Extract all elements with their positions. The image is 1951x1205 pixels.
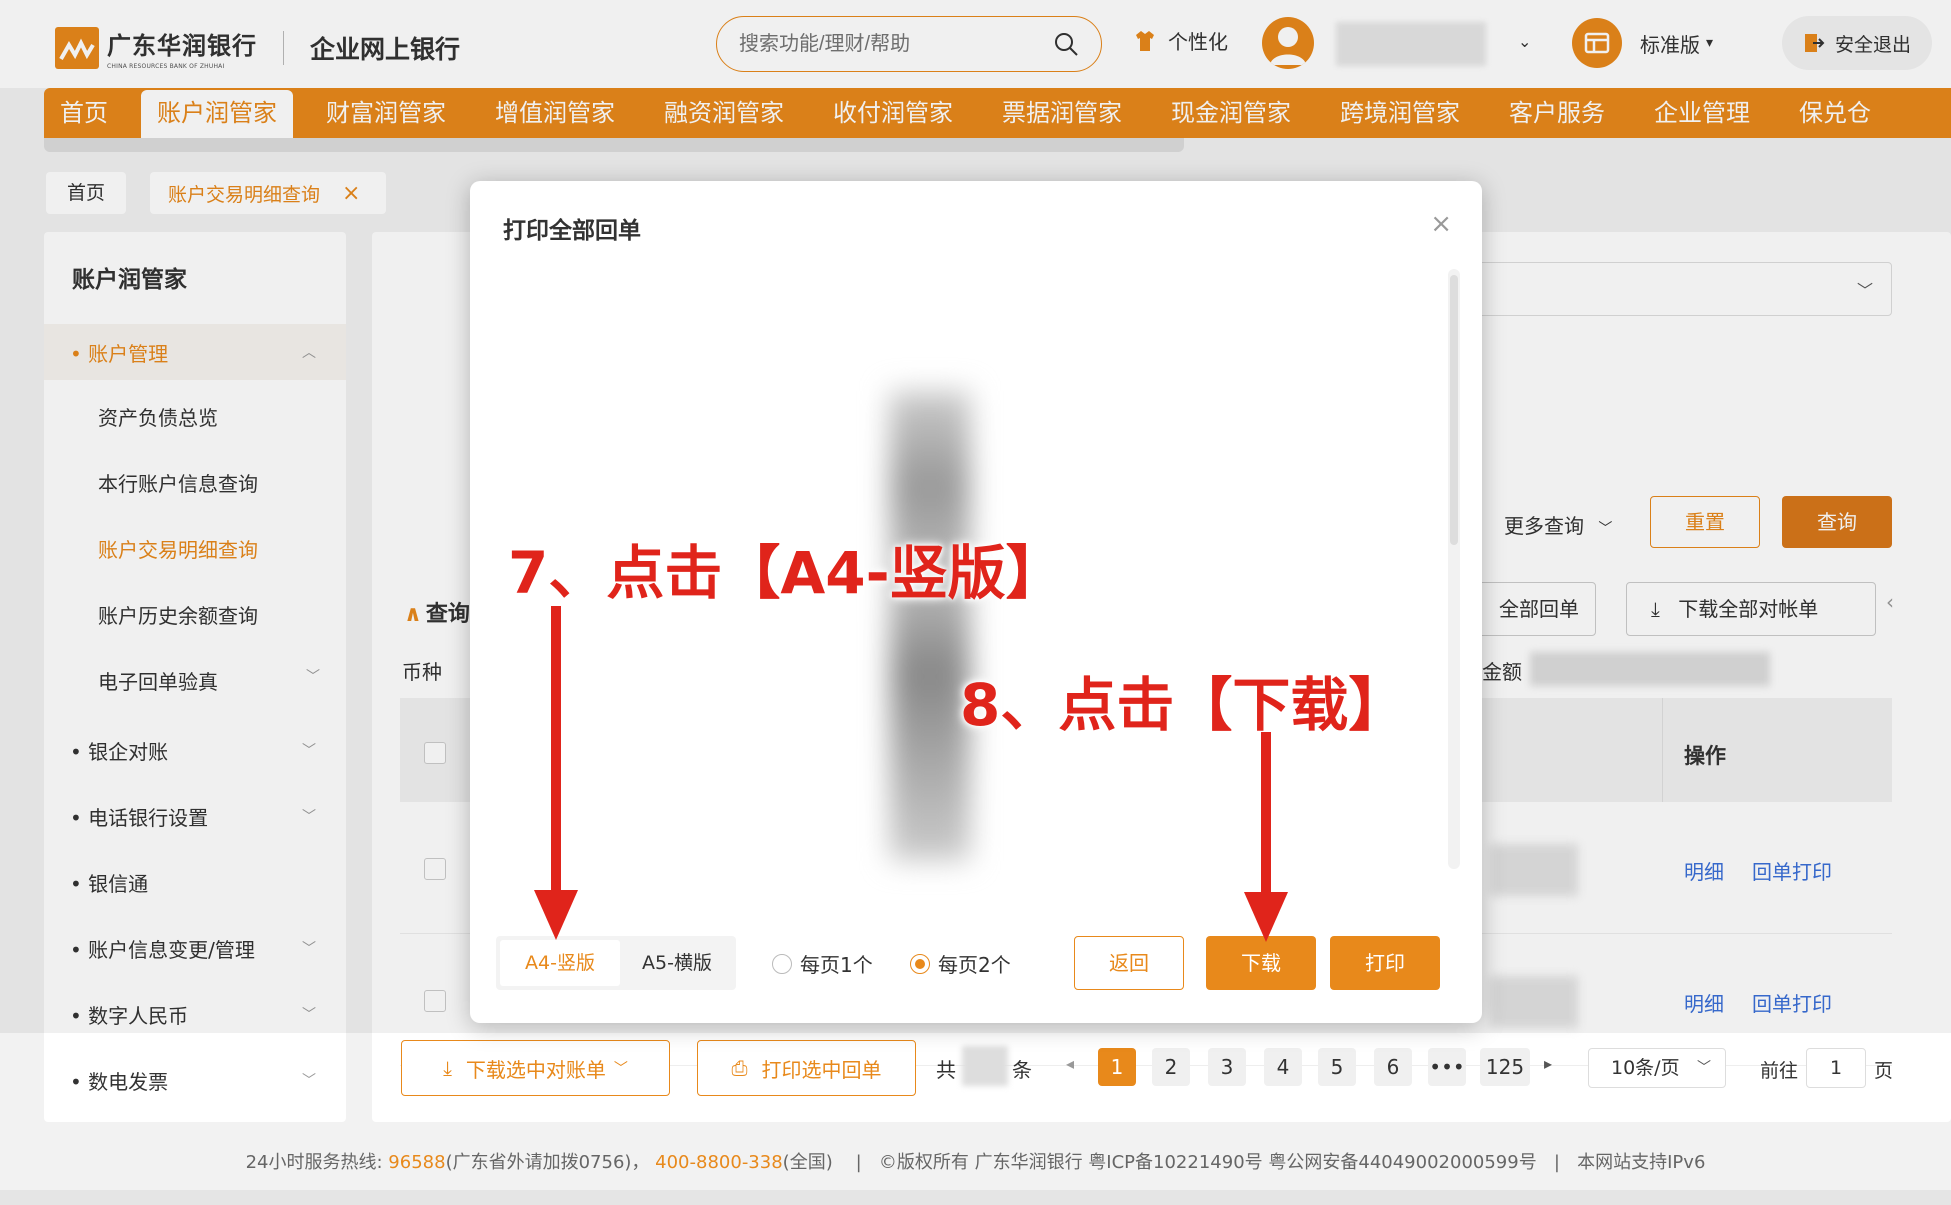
- goto-suffix: 页: [1874, 1060, 1894, 1082]
- hotline-2: 400-8800-338: [655, 1152, 783, 1173]
- page-1[interactable]: 1: [1098, 1048, 1136, 1086]
- receipt-preview-redacted: [890, 391, 970, 861]
- sidebar-group-e-invoice[interactable]: • 数电发票 ﹀: [44, 1052, 346, 1108]
- prev-page-icon[interactable]: ◂: [1066, 1054, 1074, 1073]
- radio-icon: [772, 953, 792, 974]
- close-icon[interactable]: ×: [1430, 209, 1452, 239]
- footer-divider: |: [855, 1152, 862, 1173]
- ipv6-note: 本网站支持IPv6: [1577, 1152, 1706, 1173]
- modal-scrollbar[interactable]: [1448, 269, 1460, 869]
- hotline-1: 96588: [388, 1152, 446, 1173]
- paper-a4-portrait-tab[interactable]: A4-竖版: [500, 940, 620, 986]
- printer-icon: ⎙: [731, 1056, 748, 1080]
- goto-page-input[interactable]: 1: [1806, 1048, 1866, 1088]
- goto-prefix: 前往: [1760, 1060, 1799, 1082]
- print-selected-receipt-button[interactable]: ⎙ 打印选中回单: [697, 1040, 916, 1096]
- site-footer: 24小时服务热线: 96588(广东省外请加拨0756)， 400-8800-3…: [0, 1148, 1951, 1174]
- hotline-2-note: (全国): [782, 1152, 833, 1173]
- download-icon: ⤓: [443, 1056, 452, 1080]
- per-page-1-label: 每页1个: [800, 953, 873, 977]
- paper-a5-landscape-tab[interactable]: A5-横版: [622, 940, 732, 986]
- page-2[interactable]: 2: [1152, 1048, 1190, 1086]
- annotation-step-8: 8、点击【下载】: [960, 671, 1407, 739]
- download-selected-label: 下载选中对账单: [465, 1057, 606, 1082]
- chevron-down-icon: ﹀: [613, 1061, 628, 1077]
- hotline-separator: ，: [631, 1152, 650, 1173]
- print-selected-label: 打印选中回单: [761, 1057, 882, 1082]
- hotline-1-note: (广东省外请加拨0756): [445, 1152, 632, 1173]
- page-ellipsis[interactable]: •••: [1428, 1048, 1466, 1086]
- page-125[interactable]: 125: [1480, 1048, 1530, 1086]
- radio-checked-icon: [910, 953, 930, 974]
- copyright: ©版权所有 广东华润银行 粤ICP备10221490号 粤公网安备4404900…: [878, 1152, 1537, 1173]
- per-page-2-radio[interactable]: 每页2个: [910, 949, 1011, 978]
- print-button[interactable]: 打印: [1330, 936, 1440, 990]
- next-page-icon[interactable]: ▸: [1544, 1054, 1552, 1073]
- page-size-select[interactable]: 10条/页 ﹀: [1588, 1048, 1726, 1088]
- per-page-1-radio[interactable]: 每页1个: [772, 949, 873, 978]
- page-scrollbar[interactable]: [0, 1190, 1951, 1205]
- back-button[interactable]: 返回: [1074, 936, 1184, 990]
- chevron-down-icon: ﹀: [302, 1073, 316, 1089]
- page-4[interactable]: 4: [1264, 1048, 1302, 1086]
- hotline-label: 24小时服务热线:: [245, 1152, 383, 1173]
- page-6[interactable]: 6: [1374, 1048, 1412, 1086]
- download-button[interactable]: 下载: [1206, 936, 1316, 990]
- modal-title: 打印全部回单: [503, 218, 641, 244]
- per-page-2-label: 每页2个: [938, 953, 1011, 977]
- sidebar-group-label: • 数电发票: [70, 1069, 169, 1094]
- paper-format-toggle: A4-竖版 A5-横版: [496, 936, 736, 990]
- scrollbar-thumb[interactable]: [1450, 275, 1458, 545]
- page-3[interactable]: 3: [1208, 1048, 1246, 1086]
- footer-divider: |: [1553, 1152, 1560, 1173]
- download-selected-statement-button[interactable]: ⤓ 下载选中对账单 ﹀: [401, 1040, 670, 1096]
- total-prefix: 共: [936, 1058, 956, 1082]
- page-5[interactable]: 5: [1318, 1048, 1356, 1086]
- total-suffix: 条: [1012, 1058, 1032, 1082]
- chevron-down-icon: ﹀: [1697, 1060, 1711, 1076]
- page-size-label: 10条/页: [1611, 1057, 1680, 1079]
- total-count-redacted: [962, 1046, 1008, 1086]
- annotation-step-7: 7、点击【A4-竖版】: [508, 539, 1064, 607]
